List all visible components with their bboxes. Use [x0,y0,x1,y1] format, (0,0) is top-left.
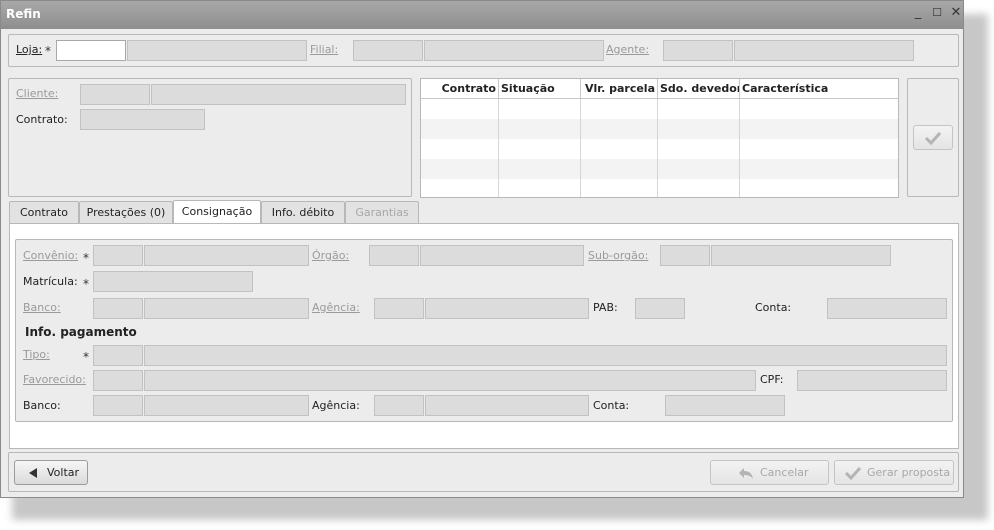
close-button[interactable]: ✕ [949,6,963,20]
filial-code-field [353,40,423,61]
agencia-name-field [425,298,589,319]
tab-prestacoes[interactable]: Prestações (0) [79,201,173,223]
agente-label: Agente: [606,43,650,56]
title-bar[interactable]: Refin _ ☐ ✕ [1,1,963,29]
cliente-panel: Cliente: Contrato: [8,78,412,197]
column-header-caracteristica[interactable]: Característica [740,79,898,99]
column-header-vlr-parcela[interactable]: Vlr. parcela [581,79,658,99]
cliente-name-field [151,84,406,105]
table-row [421,179,898,197]
table-row [421,139,898,159]
consignacao-tab-content: Convênio: * Órgão: Sub-orgão: Matrícula:… [9,223,959,449]
cancelar-label: Cancelar [760,466,809,479]
cliente-code-field [80,84,150,105]
info-pagamento-title: Info. pagamento [25,325,137,339]
tab-garantias: Garantias [345,201,419,223]
loja-code-input[interactable] [56,40,126,61]
conta-field [827,298,947,319]
contrato-label: Contrato: [16,113,68,126]
agencia-code-field [374,298,424,319]
pab-label: PAB: [593,301,618,314]
confirm-panel [907,78,959,197]
filial-label: Filial: [310,43,339,56]
column-divider [739,99,740,197]
header-panel: Loja: * Filial: Agente: [8,34,959,67]
orgao-name-field [420,245,584,266]
agente-code-field [663,40,733,61]
undo-icon [739,468,753,479]
pagamento-agencia-label: Agência: [312,399,360,412]
refin-window: Refin _ ☐ ✕ Loja: * Filial: Agente: Clie… [0,0,964,498]
convenio-required-mark: * [83,251,89,265]
tab-consignacao[interactable]: Consignação [173,200,261,224]
contrato-field [80,109,205,130]
tipo-required-mark: * [83,350,89,364]
orgao-label: Órgão: [312,249,350,262]
convenio-code-field [93,245,143,266]
favorecido-name-field [144,370,756,391]
column-header-sdo-devedor[interactable]: Sdo. devedor [658,79,740,99]
table-row [421,119,898,139]
matricula-label: Matrícula: [23,275,78,288]
pagamento-conta-label: Conta: [593,399,630,412]
convenio-name-field [144,245,309,266]
pagamento-agencia-name-field [425,395,589,416]
orgao-code-field [369,245,419,266]
loja-required-mark: * [45,44,51,58]
pagamento-banco-label: Banco: [23,399,61,412]
column-divider [657,99,658,197]
agencia-label: Agência: [312,301,360,314]
window-title: Refin [6,7,41,21]
banco-name-field [144,298,309,319]
cancelar-button[interactable]: Cancelar [710,460,829,485]
loja-name-field [127,40,307,61]
column-header-contrato[interactable]: Contrato [421,79,499,99]
column-divider [580,99,581,197]
favorecido-label: Favorecido: [23,373,86,386]
checkmark-icon [924,131,942,145]
suborgao-name-field [711,245,891,266]
matricula-required-mark: * [83,277,89,291]
tipo-name-field [144,345,947,366]
pagamento-conta-field [665,395,785,416]
suborgao-code-field [660,245,710,266]
pagamento-banco-name-field [144,395,309,416]
pab-field [635,298,685,319]
loja-label: Loja: [16,43,43,56]
voltar-button[interactable]: Voltar [14,460,88,485]
gerar-proposta-label: Gerar proposta [867,466,951,479]
filial-name-field [424,40,604,61]
table-row [421,99,898,119]
arrow-left-icon [29,468,37,478]
cpf-field [797,370,947,391]
confirm-contract-button[interactable] [913,125,953,150]
convenio-label: Convênio: [23,249,79,262]
voltar-label: Voltar [47,466,80,479]
pagamento-agencia-code-field [374,395,424,416]
tipo-code-field [93,345,143,366]
banco-label: Banco: [23,301,61,314]
consignacao-form: Convênio: * Órgão: Sub-orgão: Matrícula:… [15,239,953,422]
pagamento-banco-code-field [93,395,143,416]
tab-contrato[interactable]: Contrato [9,201,79,223]
checkmark-icon [844,466,862,480]
cliente-label: Cliente: [16,87,59,100]
column-divider [498,99,499,197]
matricula-field [93,271,253,292]
column-header-situacao[interactable]: Situação [499,79,581,99]
gerar-proposta-button[interactable]: Gerar proposta [834,460,954,485]
favorecido-code-field [93,370,143,391]
tab-info-debito[interactable]: Info. débito [261,201,345,223]
suborgao-label: Sub-orgão: [588,249,649,262]
contracts-table[interactable]: Contrato Situação Vlr. parcela Sdo. deve… [420,78,899,198]
footer-panel: Voltar Cancelar Gerar proposta [8,452,959,492]
conta-label: Conta: [755,301,792,314]
table-row [421,159,898,179]
maximize-button[interactable]: ☐ [930,6,944,20]
banco-code-field [93,298,143,319]
cpf-label: CPF: [760,373,784,386]
agente-name-field [734,40,914,61]
tipo-label: Tipo: [23,348,50,361]
minimize-button[interactable]: _ [911,6,925,20]
